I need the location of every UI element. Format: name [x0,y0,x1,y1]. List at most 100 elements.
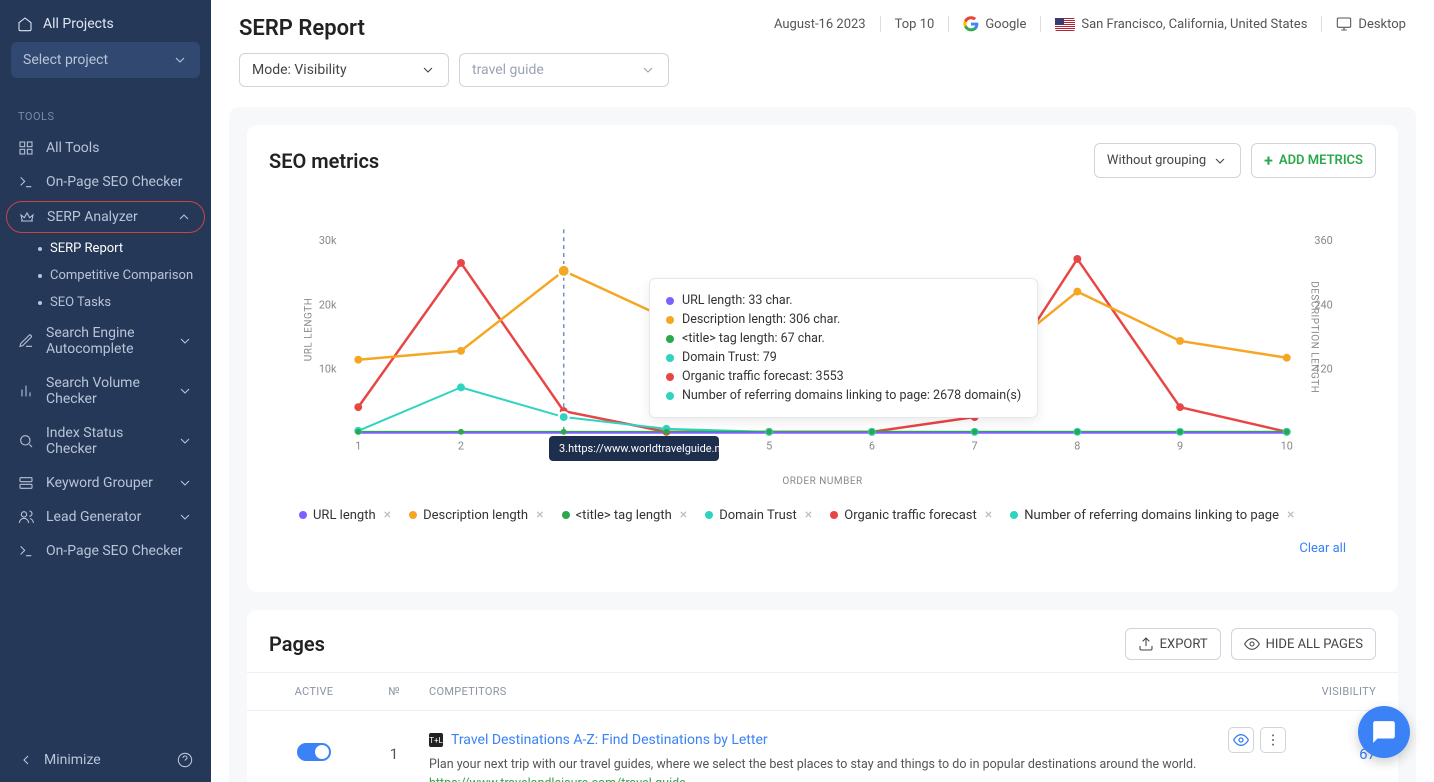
table-row: 1 T+L Travel Destinations A-Z: Find Dest… [247,711,1398,782]
svg-text:1: 1 [355,440,361,453]
close-icon[interactable]: × [536,507,543,523]
google-icon [963,16,979,32]
context-location: San Francisco, California, United States [1055,17,1307,32]
close-icon[interactable]: × [1287,507,1294,523]
mode-dropdown[interactable]: Mode: Visibility [239,53,449,87]
context-engine: Google [963,16,1026,32]
keyword-dropdown[interactable]: travel guide [459,53,669,87]
close-icon[interactable]: × [805,507,812,523]
chevron-down-icon [177,383,193,399]
svg-text:20k: 20k [319,298,337,311]
context-device: Desktop [1336,16,1406,32]
svg-text:10: 10 [1281,440,1293,453]
more-button[interactable] [1260,727,1286,753]
clear-all-link[interactable]: Clear all [1299,541,1346,556]
sidebar-item-index-status[interactable]: Index Status Checker [0,416,211,466]
sidebar-sub-seo-tasks[interactable]: SEO Tasks [38,289,211,316]
sidebar-item-onpage-seo[interactable]: On-Page SEO Checker [0,165,211,199]
close-icon[interactable]: × [985,507,992,523]
minimize-button[interactable]: Minimize [18,752,101,768]
legend-item[interactable]: <title> tag length× [562,507,688,523]
grid-icon [18,140,34,156]
chevron-down-icon [177,433,193,449]
svg-text:7: 7 [972,440,978,453]
chevron-down-icon [177,509,193,525]
sidebar-item-keyword-grouper[interactable]: Keyword Grouper [0,466,211,500]
chat-fab[interactable] [1358,706,1410,758]
svg-text:360: 360 [1314,234,1332,247]
sidebar-item-label: Search Engine Autocomplete [46,325,165,357]
active-toggle[interactable] [297,743,331,761]
row-number: 1 [359,727,429,763]
sidebar-item-onpage-seo-2[interactable]: On-Page SEO Checker [0,534,211,568]
chevron-down-icon [1212,153,1228,169]
project-select[interactable]: Select project [11,42,200,78]
help-icon[interactable] [177,752,193,768]
sidebar-item-autocomplete[interactable]: Search Engine Autocomplete [0,316,211,366]
chart-tooltip: URL length: 33 char. Description length:… [649,278,1038,418]
sidebar-sub-competitive[interactable]: Competitive Comparison [38,262,211,289]
close-icon[interactable]: × [384,507,391,523]
sidebar-sub-serp-report[interactable]: SERP Report [38,235,211,262]
sidebar-item-label: Search Volume Checker [46,375,165,407]
hide-all-pages-button[interactable]: HIDE ALL PAGES [1231,628,1376,660]
export-button[interactable]: EXPORT [1125,628,1221,660]
sidebar-item-all-tools[interactable]: All Tools [0,131,211,165]
chat-icon [1371,719,1397,745]
competitor-url[interactable]: https://www.travelandleisure.com/travel-… [429,776,1286,782]
sidebar-item-label: All Tools [46,140,99,156]
all-projects-link[interactable]: All Projects [11,12,200,42]
sidebar-item-label: On-Page SEO Checker [46,543,182,559]
chevron-down-icon [640,62,656,78]
terminal-icon [18,174,34,190]
users-icon [18,509,34,525]
sidebar-item-lead-generator[interactable]: Lead Generator [0,500,211,534]
plus-icon: + [1264,151,1273,170]
upload-icon [1138,636,1154,652]
chevron-down-icon [420,62,436,78]
y-axis-right-label: DESCRIPTION LENGTH [1308,281,1319,393]
all-projects-label: All Projects [43,16,114,32]
add-metrics-button[interactable]: + ADD METRICS [1251,143,1376,178]
competitor-title-link[interactable]: Travel Destinations A-Z: Find Destinatio… [451,732,768,748]
tools-section-label: TOOLS [0,90,211,131]
pages-table-header: ACTIVE № COMPETITORS VISIBILITY [247,672,1398,711]
close-icon[interactable]: × [680,507,687,523]
legend-item[interactable]: URL length× [299,507,391,523]
sidebar-item-label: SERP Analyzer [47,209,138,225]
grouping-dropdown[interactable]: Without grouping [1094,143,1241,178]
favicon-icon: T+L [429,733,443,747]
pencil-icon [18,333,34,349]
svg-text:6: 6 [869,440,875,453]
sidebar-item-serp-analyzer[interactable]: SERP Analyzer [6,201,205,233]
svg-text:2: 2 [458,440,464,453]
chart-point-label: 3.https://www.worldtravelguide.net/ [549,436,719,461]
svg-text:10k: 10k [319,363,337,376]
legend-item[interactable]: Organic traffic forecast× [830,507,992,523]
sidebar-item-label: Index Status Checker [46,425,165,457]
y-axis-left-label: URL LENGTH [303,297,314,361]
chevron-up-icon [176,209,192,225]
bar-chart-icon [18,383,34,399]
sidebar-item-label: Lead Generator [46,509,141,525]
svg-text:30k: 30k [319,234,337,247]
chevron-down-icon [177,333,193,349]
view-button[interactable] [1228,727,1254,753]
svg-text:5: 5 [766,440,772,453]
eye-icon [1244,636,1260,652]
seo-metrics-chart: URL LENGTH DESCRIPTION LENGTH 30k 20k 10… [269,188,1376,497]
legend-item[interactable]: Number of referring domains linking to p… [1010,507,1294,523]
terminal-icon [18,543,34,559]
col-num: № [359,685,429,698]
legend-item[interactable]: Domain Trust× [705,507,812,523]
context-top: Top 10 [895,17,935,32]
seo-metrics-title: SEO metrics [269,149,379,173]
sidebar-item-label: Keyword Grouper [46,475,153,491]
pages-title: Pages [269,632,325,656]
col-visibility: VISIBILITY [1286,685,1376,698]
chevron-left-icon [18,752,34,768]
competitor-description: Plan your next trip with our travel guid… [429,757,1286,772]
sidebar-item-search-volume[interactable]: Search Volume Checker [0,366,211,416]
legend-item[interactable]: Description length× [409,507,543,523]
crown-icon [19,209,35,225]
